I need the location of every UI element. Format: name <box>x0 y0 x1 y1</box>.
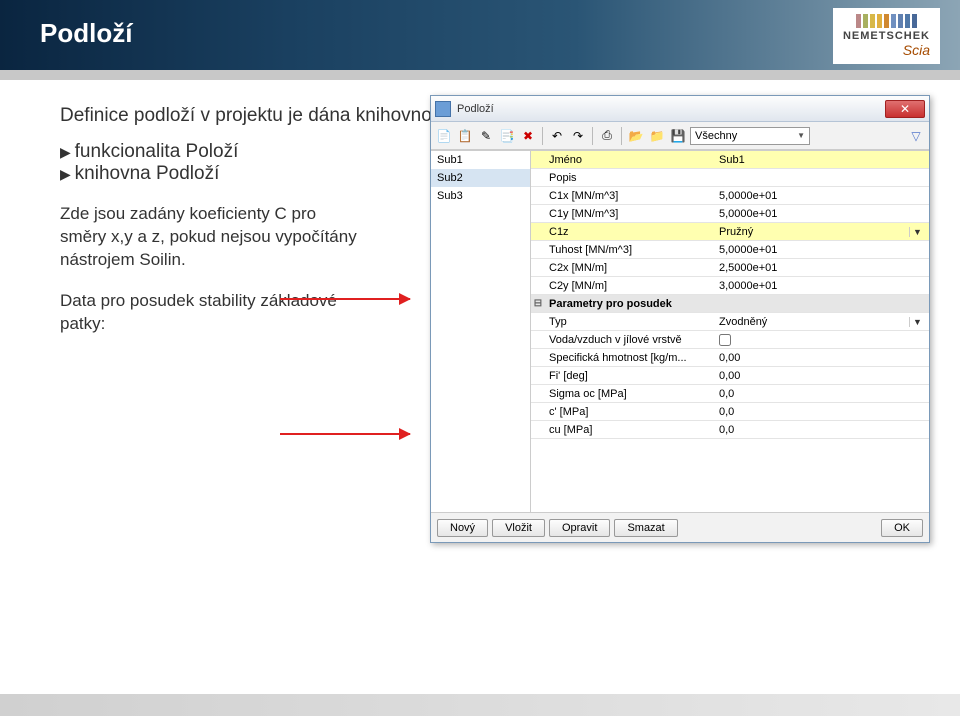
close-button[interactable]: ✕ <box>885 100 925 118</box>
property-row[interactable]: TypZvodněný▼ <box>531 313 929 331</box>
property-row[interactable]: C2y [MN/m]3,0000e+01 <box>531 277 929 295</box>
delete-icon[interactable]: ✖ <box>519 127 537 145</box>
property-pane: JménoSub1PopisC1x [MN/m^3]5,0000e+01C1y … <box>531 151 929 512</box>
property-row[interactable]: C1y [MN/m^3]5,0000e+01 <box>531 205 929 223</box>
property-label: C2x [MN/m] <box>545 262 715 274</box>
property-row[interactable]: c' [MPa]0,0 <box>531 403 929 421</box>
edit-icon[interactable]: ✎ <box>477 127 495 145</box>
property-row[interactable]: Tuhost [MN/m^3]5,0000e+01 <box>531 241 929 259</box>
toolbar: 📄 📋 ✎ 📑 ✖ ↶ ↷ ⎙ 📂 📁 💾 Všechny▼ ▽ <box>431 122 929 150</box>
dialog-footer: Nový Vložit Opravit Smazat OK <box>431 512 929 542</box>
tool-icon[interactable]: 📋 <box>456 127 474 145</box>
ok-button[interactable]: OK <box>881 519 923 537</box>
page-header: Podloží NEMETSCHEK Scia <box>0 0 960 70</box>
dialog-icon <box>435 101 451 117</box>
undo-icon[interactable]: ↶ <box>548 127 566 145</box>
checkbox[interactable] <box>719 334 731 346</box>
property-value[interactable]: 2,5000e+01 <box>715 262 929 274</box>
logo: NEMETSCHEK Scia <box>833 8 940 64</box>
list-item[interactable]: Sub2 <box>431 169 530 187</box>
property-value[interactable]: 3,0000e+01 <box>715 280 929 292</box>
dialog-podlozi: Podloží ✕ 📄 📋 ✎ 📑 ✖ ↶ ↷ ⎙ 📂 📁 💾 Všechny▼… <box>430 95 930 543</box>
property-row[interactable]: cu [MPa]0,0 <box>531 421 929 439</box>
property-value[interactable]: 0,00 <box>715 370 929 382</box>
insert-button[interactable]: Vložit <box>492 519 545 537</box>
logo-text: NEMETSCHEK <box>843 30 930 42</box>
property-label: Sigma oc [MPa] <box>545 388 715 400</box>
dialog-body: Sub1 Sub2 Sub3 JménoSub1PopisC1x [MN/m^3… <box>431 150 929 512</box>
property-row[interactable]: JménoSub1 <box>531 151 929 169</box>
property-value[interactable]: 0,0 <box>715 388 929 400</box>
separator <box>621 127 622 145</box>
chevron-down-icon[interactable]: ▼ <box>909 317 925 327</box>
property-row[interactable]: Fi' [deg]0,00 <box>531 367 929 385</box>
property-row[interactable]: C1zPružný▼ <box>531 223 929 241</box>
property-label: Voda/vzduch v jílové vrstvě <box>545 334 715 346</box>
delete-button[interactable]: Smazat <box>614 519 677 537</box>
new-button[interactable]: Nový <box>437 519 488 537</box>
property-label: cu [MPa] <box>545 424 715 436</box>
arrow-icon <box>280 433 410 435</box>
chevron-down-icon: ▼ <box>797 131 805 140</box>
property-row[interactable]: Sigma oc [MPa]0,0 <box>531 385 929 403</box>
arrow-icon <box>280 298 410 300</box>
page-title: Podloží <box>0 0 960 49</box>
property-row[interactable]: Popis <box>531 169 929 187</box>
property-label: Tuhost [MN/m^3] <box>545 244 715 256</box>
property-label: Popis <box>545 172 715 184</box>
property-label: Specifická hmotnost [kg/m... <box>545 352 715 364</box>
filter-dropdown[interactable]: Všechny▼ <box>690 127 810 145</box>
paragraph-2: Data pro posudek stability základové pat… <box>60 290 360 336</box>
redo-icon[interactable]: ↷ <box>569 127 587 145</box>
divider-strip <box>0 70 960 80</box>
open2-icon[interactable]: 📁 <box>648 127 666 145</box>
logo-subtext: Scia <box>843 42 930 58</box>
property-label: Jméno <box>545 154 715 166</box>
property-value[interactable]: 0,00 <box>715 352 929 364</box>
property-row[interactable]: C2x [MN/m]2,5000e+01 <box>531 259 929 277</box>
edit-button[interactable]: Opravit <box>549 519 610 537</box>
property-value[interactable]: Sub1 <box>715 154 929 166</box>
property-label: c' [MPa] <box>545 406 715 418</box>
property-label: C1z <box>545 226 715 238</box>
collapse-icon[interactable]: ⊟ <box>531 298 545 309</box>
save-icon[interactable]: 💾 <box>669 127 687 145</box>
property-label: C1x [MN/m^3] <box>545 190 715 202</box>
print-icon[interactable]: ⎙ <box>598 127 616 145</box>
property-value[interactable]: 0,0 <box>715 406 929 418</box>
property-value[interactable] <box>715 334 929 346</box>
logo-bars-icon <box>843 14 930 28</box>
funnel-icon[interactable]: ▽ <box>907 127 925 145</box>
dialog-title: Podloží <box>457 103 885 115</box>
dialog-titlebar[interactable]: Podloží ✕ <box>431 96 929 122</box>
property-label: C2y [MN/m] <box>545 280 715 292</box>
property-row[interactable]: Specifická hmotnost [kg/m...0,00 <box>531 349 929 367</box>
list-item[interactable]: Sub1 <box>431 151 530 169</box>
chevron-down-icon[interactable]: ▼ <box>909 227 925 237</box>
property-value[interactable]: Pružný <box>715 226 909 238</box>
property-value[interactable]: 5,0000e+01 <box>715 208 929 220</box>
property-group[interactable]: ⊟Parametry pro posudek <box>531 295 929 313</box>
tool-icon[interactable]: 📑 <box>498 127 516 145</box>
property-value[interactable]: 5,0000e+01 <box>715 244 929 256</box>
tool-icon[interactable]: 📄 <box>435 127 453 145</box>
paragraph-1: Zde jsou zadány koeficienty C pro směry … <box>60 203 360 272</box>
property-label: Typ <box>545 316 715 328</box>
list-item[interactable]: Sub3 <box>431 187 530 205</box>
property-value[interactable]: 0,0 <box>715 424 929 436</box>
property-label: Fi' [deg] <box>545 370 715 382</box>
property-value[interactable]: 5,0000e+01 <box>715 190 929 202</box>
separator <box>542 127 543 145</box>
separator <box>592 127 593 145</box>
list-pane: Sub1 Sub2 Sub3 <box>431 151 531 512</box>
property-label: C1y [MN/m^3] <box>545 208 715 220</box>
property-value[interactable]: Zvodněný <box>715 316 909 328</box>
footer-strip <box>0 694 960 716</box>
open-icon[interactable]: 📂 <box>627 127 645 145</box>
property-row[interactable]: C1x [MN/m^3]5,0000e+01 <box>531 187 929 205</box>
property-row[interactable]: Voda/vzduch v jílové vrstvě <box>531 331 929 349</box>
